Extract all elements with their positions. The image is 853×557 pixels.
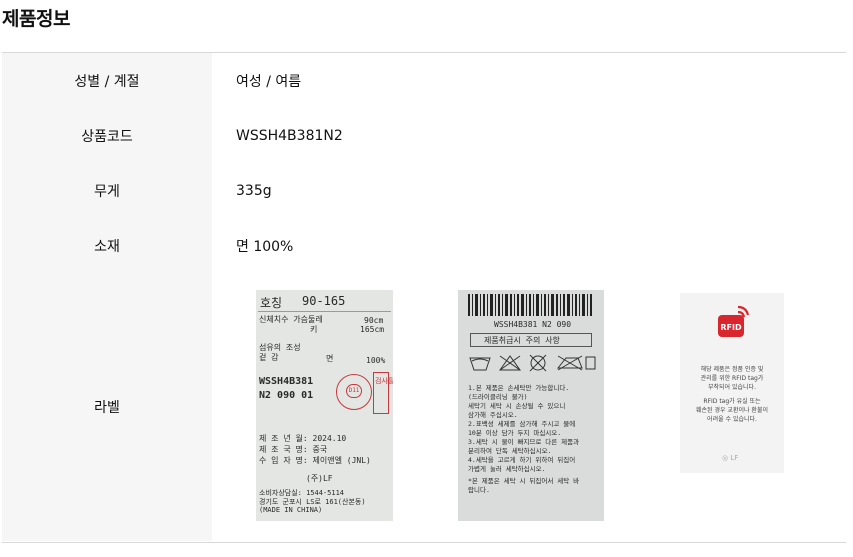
- manufacture-country: 제 조 국 명: 중국: [259, 445, 328, 454]
- rfid-text-line: 부착되어 있습니다.: [708, 384, 756, 391]
- table-row: 소재 면 100%: [2, 218, 846, 273]
- importer: 수 입 자 명: 제이앤엘 (JNL): [259, 456, 371, 465]
- rfid-tag-image: RFID 해당 제품은 정품 인증 및 관리를 위한 RFID tag가 부착되…: [680, 293, 784, 473]
- care-label-back-image: WSSH4B381 N2 090 제품취급시 주의 사항 1.본 제품은 손세탁…: [458, 290, 604, 521]
- rfid-icon: RFID: [718, 305, 750, 337]
- bottom-divider: [2, 542, 846, 543]
- material-percent: 100%: [366, 356, 386, 365]
- row-label-gender-season: 성별 / 계절: [2, 53, 212, 108]
- style-code-line1: WSSH4B381: [259, 376, 314, 387]
- material-name: 면: [326, 354, 334, 363]
- care-line: 랍니다.: [468, 486, 490, 494]
- height-value: 165cm: [360, 325, 385, 334]
- label-images: 호칭 90-165 신체치수 가슴둘레 90cm 키 165cm 섬유의 조성 …: [212, 273, 846, 541]
- made-in: (MADE IN CHINA): [259, 506, 323, 514]
- manufacture-date: 제 조 년 월: 2024.10: [259, 434, 347, 443]
- care-symbols-icon: [469, 354, 596, 372]
- table-row: 무게 335g: [2, 163, 846, 218]
- rfid-text-line: 해당 제품은 정품 인증 및: [700, 366, 764, 373]
- row-label-product-code: 상품코드: [2, 108, 212, 163]
- inspection-text: 검사필: [375, 377, 393, 385]
- label-images-cell: 호칭 90-165 신체치수 가슴둘레 90cm 키 165cm 섬유의 조성 …: [212, 273, 846, 541]
- table-row: 상품코드 WSSH4B381N2: [2, 108, 846, 163]
- table-row: 라벨 호칭 90-165 신체치수 가슴둘레 90cm 키 165cm 섬유의 …: [2, 273, 846, 541]
- lf-logo: ◎ LF: [722, 454, 739, 462]
- row-value-product-code: WSSH4B381N2: [236, 127, 343, 144]
- lf-logo-text: LF: [730, 454, 739, 462]
- section-title: 제품정보: [2, 8, 70, 30]
- divider: [258, 311, 391, 312]
- rfid-icon-text: RFID: [720, 323, 742, 332]
- stamp-code: D11: [346, 384, 362, 398]
- rfid-text-line: 훼손된 경우 교환이나 환불이: [696, 407, 768, 414]
- row-value-weight: 335g: [236, 182, 272, 199]
- style-code-line2: N2 090 01: [259, 390, 314, 401]
- style-code: WSSH4B381 N2 090: [494, 320, 572, 329]
- product-info-table: 성별 / 계절 여성 / 여름 상품코드 WSSH4B381N2 무게 335g…: [2, 53, 846, 541]
- size-value: 90-165: [302, 294, 346, 308]
- table-row: 성별 / 계절 여성 / 여름: [2, 53, 846, 108]
- care-header: 제품취급시 주의 사항: [484, 336, 560, 345]
- barcode-icon: [468, 294, 592, 316]
- row-label-label: 라벨: [2, 273, 212, 541]
- rfid-text-line: 어려울 수 있습니다.: [707, 416, 757, 423]
- rfid-text-line: RFID tag가 유실 또는: [703, 398, 761, 405]
- row-label-material: 소재: [2, 218, 212, 273]
- care-line: 가볍게 눌러 세탁하십시오.: [468, 465, 546, 473]
- height-label: 키: [310, 325, 318, 334]
- size-title: 호칭: [260, 296, 283, 310]
- row-label-weight: 무게: [2, 163, 212, 218]
- chest-value: 90cm: [364, 316, 384, 325]
- company-name: (주)LF: [306, 474, 333, 483]
- shell-label: 겉 감: [259, 353, 279, 362]
- rfid-text-line: 관리를 위한 RFID tag가: [700, 375, 764, 382]
- row-value-gender-season: 여성 / 여름: [236, 73, 302, 90]
- row-value-material: 면 100%: [236, 238, 294, 255]
- care-label-front-image: 호칭 90-165 신체치수 가슴둘레 90cm 키 165cm 섬유의 조성 …: [256, 290, 393, 521]
